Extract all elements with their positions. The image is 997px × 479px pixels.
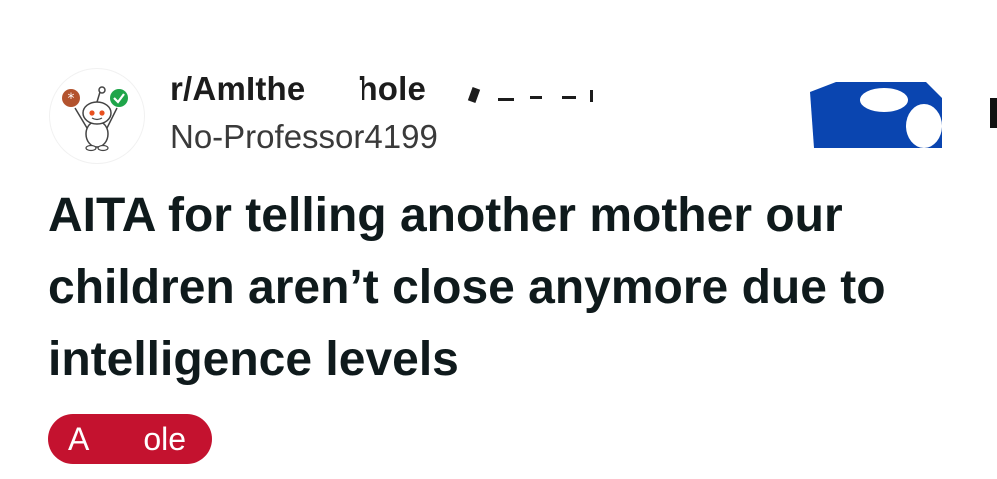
svg-text:*: *	[68, 91, 75, 107]
post-title[interactable]: AITA for telling another mother our chil…	[48, 180, 968, 396]
more-options-icon[interactable]	[990, 98, 997, 128]
join-button[interactable]	[806, 78, 946, 148]
post-author[interactable]: No-Professor4199	[170, 118, 438, 156]
post-header-page: * r/AmIthe hole No-Professor4199 AITA for…	[0, 0, 997, 479]
subreddit-redaction	[310, 80, 610, 112]
post-flair[interactable]: Aole	[48, 414, 212, 464]
post-flair-suffix: ole	[143, 421, 187, 457]
subreddit-avatar-icon[interactable]: *	[49, 68, 145, 164]
flair-redaction	[90, 414, 144, 464]
subreddit-name-text: r/AmIthe	[170, 70, 306, 107]
post-flair-prefix: A	[68, 421, 90, 457]
